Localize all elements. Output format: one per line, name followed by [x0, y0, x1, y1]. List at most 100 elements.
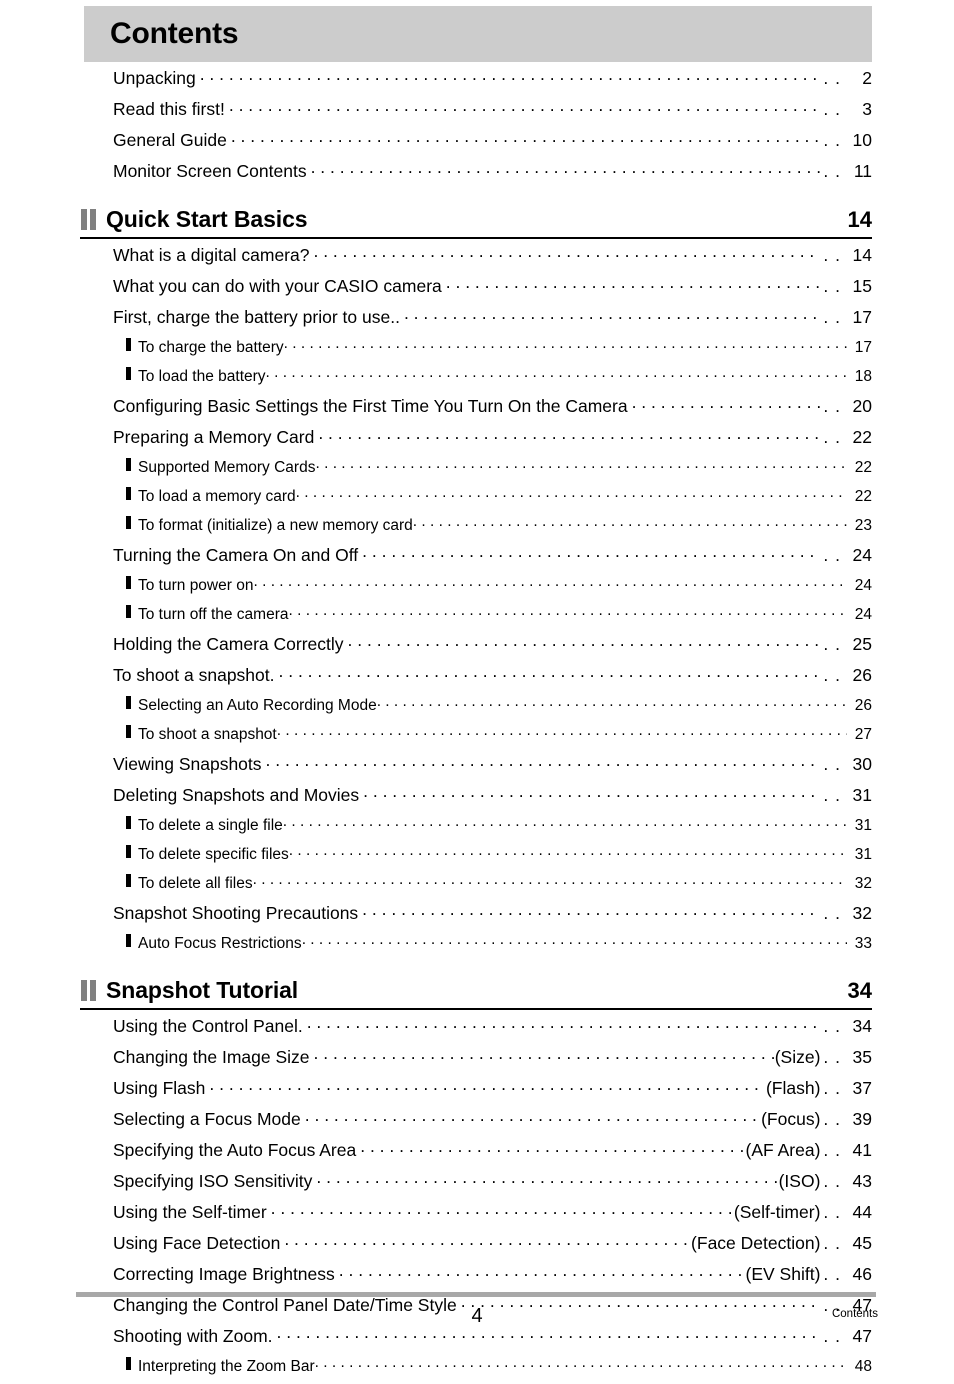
- dot-leader: [359, 783, 820, 801]
- toc-entry[interactable]: Using the Self-timer (Self-timer). . 44: [80, 1200, 872, 1231]
- dot-leader: [267, 1200, 733, 1218]
- dot-leader: [356, 1138, 744, 1156]
- toc-entry-page-number: 44: [852, 1201, 872, 1222]
- toc-entry[interactable]: Using the Control Panel. . . 34: [80, 1014, 872, 1045]
- leader-tail: . .: [823, 544, 841, 565]
- leader-tail: . .: [823, 244, 841, 265]
- toc-entry[interactable]: To delete specific files 31: [80, 843, 872, 872]
- dot-leader: [296, 485, 847, 501]
- toc-entry[interactable]: To delete a single file 31: [80, 814, 872, 843]
- dot-leader: [358, 543, 820, 561]
- toc-entry[interactable]: Selecting a Focus Mode (Focus). . 39: [80, 1107, 872, 1138]
- dot-leader: [227, 128, 821, 146]
- toc-entry[interactable]: To load the battery 18: [80, 365, 872, 394]
- toc-entry[interactable]: To turn off the camera 24: [80, 603, 872, 632]
- bullet-icon: [126, 366, 131, 380]
- dot-leader: [283, 814, 847, 830]
- leader-tail: . .: [823, 98, 841, 119]
- toc-section-header[interactable]: Quick Start Basics 14: [80, 206, 872, 239]
- toc-entry[interactable]: To shoot a snapshot. . . 26: [80, 663, 872, 694]
- toc-entry-tag: (Self-timer): [733, 1201, 821, 1222]
- toc-entry[interactable]: Interpreting the Zoom Bar 48: [80, 1355, 872, 1384]
- leader-tail: . .: [823, 1170, 841, 1191]
- toc-entry-page-number: 26: [854, 696, 872, 714]
- toc-entry[interactable]: Specifying the Auto Focus Area (AF Area).…: [80, 1138, 872, 1169]
- footer-divider: [76, 1292, 876, 1297]
- toc-entry-label: Deleting Snapshots and Movies: [113, 784, 360, 805]
- toc-entry[interactable]: Changing the Image Size (Size). . 35: [80, 1045, 872, 1076]
- toc-entry-label: Using the Self-timer: [113, 1201, 267, 1222]
- toc-section-page-number: 14: [847, 207, 872, 232]
- toc-entry-label: Changing the Image Size: [113, 1046, 310, 1067]
- leader-tail: . .: [823, 395, 841, 416]
- toc-entry-page-number: 23: [854, 516, 872, 534]
- toc-entry[interactable]: To turn power on 24: [80, 574, 872, 603]
- toc-entry-page-number: 37: [852, 1077, 872, 1098]
- toc-entry-label: To load a memory card: [138, 487, 296, 505]
- toc-entry-label: What you can do with your CASIO camera: [113, 275, 442, 296]
- toc-entry[interactable]: Turning the Camera On and Off . . 24: [80, 543, 872, 574]
- toc-entry-label: Holding the Camera Correctly: [113, 633, 344, 654]
- toc-entry-label: Supported Memory Cards: [138, 458, 316, 476]
- toc-entry[interactable]: Preparing a Memory Card . . 22: [80, 425, 872, 456]
- toc-entry[interactable]: To load a memory card 22: [80, 485, 872, 514]
- toc-entry-page-number: 22: [854, 487, 872, 505]
- contents-page: Contents Unpacking . . 2 Read this first! . …: [0, 0, 954, 1374]
- toc-entry[interactable]: Configuring Basic Settings the First Tim…: [80, 394, 872, 425]
- leader-tail: . .: [823, 1201, 841, 1222]
- toc-entry[interactable]: General Guide . . 10: [80, 128, 872, 159]
- toc-entry-page-number: 24: [852, 544, 872, 565]
- toc-entry-label: Selecting an Auto Recording Mode: [138, 696, 377, 714]
- dot-leader: [289, 603, 848, 619]
- dot-leader: [302, 932, 847, 948]
- toc-entry[interactable]: Snapshot Shooting Precautions . . 32: [80, 901, 872, 932]
- dot-leader: [377, 694, 847, 710]
- toc-entry[interactable]: To delete all files 32: [80, 872, 872, 901]
- toc-entry-label: Turning the Camera On and Off: [113, 544, 359, 565]
- toc-entry[interactable]: Deleting Snapshots and Movies . . 31: [80, 783, 872, 814]
- toc-entry[interactable]: Correcting Image Brightness (EV Shift). .…: [80, 1262, 872, 1293]
- toc-entry[interactable]: What you can do with your CASIO camera . …: [80, 274, 872, 305]
- toc-entry-label: To load the battery: [138, 367, 266, 385]
- toc-entry-tag: (ISO): [778, 1170, 821, 1191]
- toc-entry-tag: (Face Detection): [691, 1232, 821, 1253]
- toc-entry[interactable]: Using Flash (Flash). . 37: [80, 1076, 872, 1107]
- toc-entry-label: To turn off the camera: [138, 605, 289, 623]
- toc-entry[interactable]: To shoot a snapshot 27: [80, 723, 872, 752]
- toc-entry[interactable]: Supported Memory Cards 22: [80, 456, 872, 485]
- toc-entry[interactable]: Unpacking . . 2: [80, 66, 872, 97]
- leader-tail: . .: [823, 664, 841, 685]
- leader-tail: . .: [823, 784, 841, 805]
- toc-entry[interactable]: First, charge the battery prior to use..…: [80, 305, 872, 336]
- toc-entry[interactable]: To format (initialize) a new memory card…: [80, 514, 872, 543]
- toc-entry[interactable]: Read this first! . . 3: [80, 97, 872, 128]
- toc-entry-page-number: 33: [854, 934, 872, 952]
- section-marker-icon: [81, 209, 96, 230]
- toc-section-header[interactable]: Snapshot Tutorial 34: [80, 977, 872, 1010]
- toc-entry-label: First, charge the battery prior to use..: [113, 306, 400, 327]
- toc-entry[interactable]: What is a digital camera? . . 14: [80, 243, 872, 274]
- toc-entry[interactable]: Specifying ISO Sensitivity (ISO). . 43: [80, 1169, 872, 1200]
- page-title: Contents: [110, 17, 239, 50]
- toc-entry-page-number: 22: [854, 458, 872, 476]
- dot-leader: [284, 336, 847, 352]
- toc-entry[interactable]: Selecting an Auto Recording Mode 26: [80, 694, 872, 723]
- toc-entry-page-number: 43: [852, 1170, 872, 1191]
- toc-section-entries: Using the Control Panel. . . 34 Changing th…: [80, 1014, 872, 1384]
- toc-entry[interactable]: Viewing Snapshots . . 30: [80, 752, 872, 783]
- toc-entry[interactable]: Using Face Detection (Face Detection). . 4…: [80, 1231, 872, 1262]
- toc-body: Unpacking . . 2 Read this first! . . 3 General…: [80, 62, 872, 1384]
- toc-entry[interactable]: Auto Focus Restrictions 33: [80, 932, 872, 961]
- toc-entry-page-number: 3: [862, 98, 872, 119]
- toc-entry[interactable]: To charge the battery 17: [80, 336, 872, 365]
- toc-entry[interactable]: Holding the Camera Correctly . . 25: [80, 632, 872, 663]
- bullet-icon: [126, 457, 131, 471]
- toc-section-title: Snapshot Tutorial: [106, 977, 299, 1003]
- toc-entry[interactable]: Monitor Screen Contents . . 11: [80, 159, 872, 190]
- toc-entry-label: Using Flash: [113, 1077, 206, 1098]
- toc-entry[interactable]: Shooting with Zoom. . . 47: [80, 1324, 872, 1355]
- toc-entry-label: Specifying ISO Sensitivity: [113, 1170, 313, 1191]
- dot-leader: [312, 1169, 777, 1187]
- toc-entry-page-number: 17: [852, 306, 872, 327]
- toc-entry-label: Specifying the Auto Focus Area: [113, 1139, 357, 1160]
